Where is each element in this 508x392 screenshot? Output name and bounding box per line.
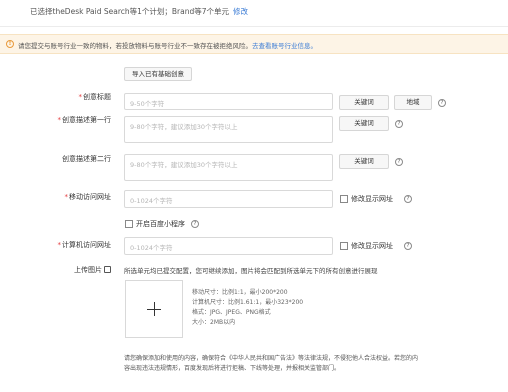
selection-summary: 已选择theDesk Paid Search等1个计划；Brand等7个单元 修改	[30, 6, 248, 17]
spec-size: 大小：2MB以内	[192, 319, 236, 326]
legal-note-line1: 请您确保添加和使用的内容，确保符合《中华人民共和国广告法》等法律法规，不侵犯他人…	[124, 355, 419, 362]
selection-text: 已选择theDesk Paid Search等1个计划；Brand等7个单元	[30, 7, 229, 16]
desc1-keyword-button[interactable]: 关键词​	[339, 116, 389, 131]
upload-specs: 移动尺寸：比例1:1，最小200*200 计算机尺寸：比例1.61:1，最小32…	[192, 288, 303, 328]
legal-note: 请您确保添加和使用的内容，确保符合《中华人民共和国广告法》等法律法规，不侵犯他人…	[124, 354, 418, 374]
title-keyword-button[interactable]: 关键词​	[339, 95, 389, 110]
modify-link[interactable]: 修改	[233, 7, 248, 16]
industry-notice: ! 请您提交与账号行业一致的物料，若投放物料与账号行业不一致存在被拒绝风险。去查…	[0, 34, 508, 54]
upload-hint: 所选单元均已提交配置，您可继续添加，图片将会匹配到所选单元下的所有创意进行展现	[124, 267, 378, 275]
pc-url-input[interactable]: 0-1024个字符	[124, 237, 333, 255]
mobile-url-input[interactable]: 0-1024个字符	[124, 190, 333, 208]
help-icon[interactable]: ?	[438, 99, 446, 107]
help-icon[interactable]: ?	[404, 242, 412, 250]
desc1-input[interactable]: 9-80个字符，建议添加30个字符以上	[124, 116, 333, 143]
pc-url-label: *计算机访问网址	[57, 241, 112, 249]
upload-label: 上传图片	[74, 266, 102, 274]
image-icon	[104, 266, 111, 273]
image-upload-area[interactable]	[125, 280, 183, 338]
mini-program-label: 开启百度小程序	[136, 220, 185, 228]
desc2-input[interactable]: 9-80个字符，建议添加30个字符以上	[124, 154, 333, 181]
title-label: *创意标题	[78, 93, 112, 101]
help-icon[interactable]: ?	[395, 120, 403, 128]
spec-pc: 计算机尺寸：比例1.61:1，最小323*200	[192, 299, 304, 306]
import-creative-button[interactable]: 导入已有基础创意	[124, 67, 192, 81]
industry-info-link[interactable]: 去查看账号行业信息。	[252, 42, 317, 50]
mini-program-checkbox[interactable]	[125, 220, 133, 228]
plus-icon-vertical	[154, 302, 155, 316]
pc-display-url-label: 修改显示网址	[351, 242, 393, 250]
spec-format: 格式：JPG、JPEG、PNG格式	[192, 309, 271, 316]
desc1-label: *创意描述第一行	[57, 116, 112, 124]
title-input[interactable]: 9-50个字符	[124, 93, 333, 110]
title-region-button[interactable]: 地域​	[394, 95, 432, 110]
mobile-display-url-label: 修改显示网址	[351, 195, 393, 203]
desc2-keyword-button[interactable]: 关键词​	[339, 154, 389, 169]
warning-icon: !	[6, 40, 14, 48]
help-icon[interactable]: ?	[395, 158, 403, 166]
mobile-url-label: *移动访问网址	[64, 193, 112, 201]
help-icon[interactable]: ?	[191, 220, 199, 228]
pc-display-url-checkbox[interactable]	[340, 242, 348, 250]
notice-text: 请您提交与账号行业一致的物料，若投放物料与账号行业不一致存在被拒绝风险。	[18, 42, 252, 50]
desc2-label: 创意描述第二行	[62, 155, 111, 163]
help-icon[interactable]: ?	[404, 195, 412, 203]
divider	[0, 26, 508, 27]
mobile-display-url-checkbox[interactable]	[340, 195, 348, 203]
spec-mobile: 移动尺寸：比例1:1，最小200*200	[192, 289, 288, 296]
legal-note-line2: 容出现违法违规情形，百度发现后将进行拒稿、下线等处理，并报相关监管部门。	[124, 365, 341, 372]
